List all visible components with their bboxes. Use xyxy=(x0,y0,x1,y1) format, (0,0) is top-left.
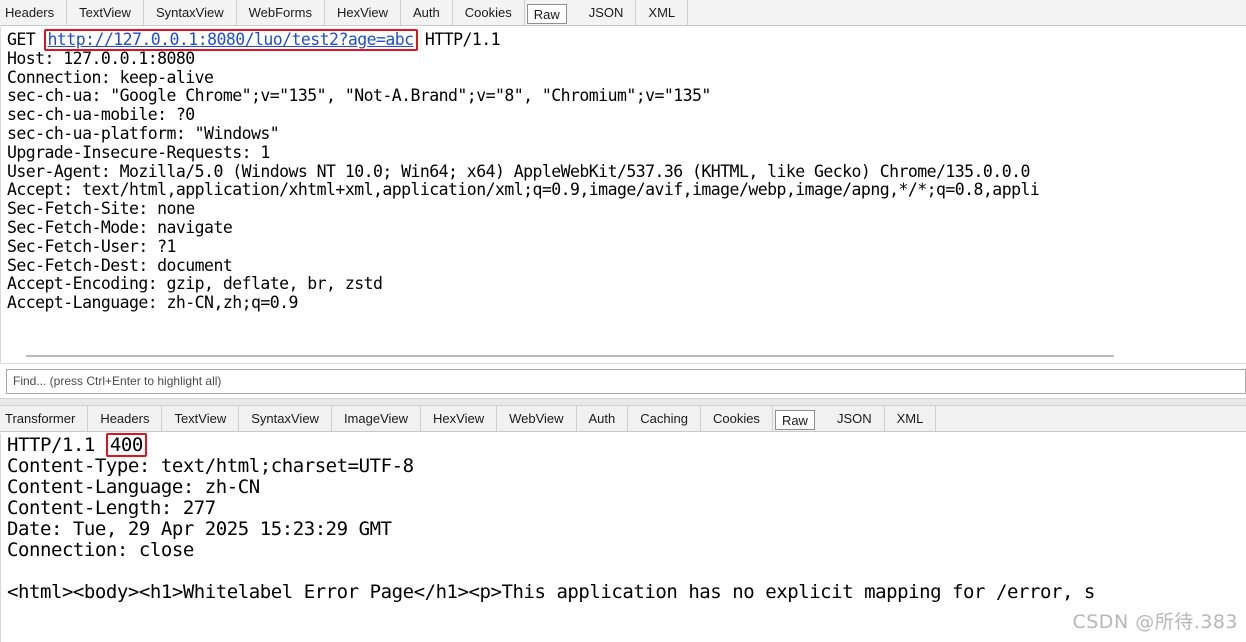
request-header-line: sec-ch-ua-mobile: ?0 xyxy=(7,105,195,125)
request-header-line: Connection: keep-alive xyxy=(7,67,214,87)
request-tab-syntaxview[interactable]: SyntaxView xyxy=(144,0,237,25)
request-header-line: Sec-Fetch-Dest: document xyxy=(7,255,233,275)
response-header-line: Date: Tue, 29 Apr 2025 15:23:29 GMT xyxy=(7,518,392,540)
request-tab-bar: Headers TextView SyntaxView WebForms HexView… xyxy=(0,0,1246,26)
request-tab-json[interactable]: JSON xyxy=(577,0,637,25)
request-header-line: Host: 127.0.0.1:8080 xyxy=(7,48,195,68)
response-tab-xml[interactable]: XML xyxy=(885,406,937,431)
request-tab-auth[interactable]: Auth xyxy=(401,0,453,25)
request-raw-pane[interactable]: GET http://127.0.0.1:8080/luo/test2?age=… xyxy=(0,27,1246,364)
request-header-line: Sec-Fetch-Mode: navigate xyxy=(7,217,233,237)
request-lines: GET http://127.0.0.1:8080/luo/test2?age=… xyxy=(1,27,1246,313)
request-tab-textview[interactable]: TextView xyxy=(67,0,144,25)
response-tab-json[interactable]: JSON xyxy=(825,406,885,431)
request-header-line: Accept: text/html,application/xhtml+xml,… xyxy=(7,180,1040,200)
find-input[interactable]: Find... (press Ctrl+Enter to highlight a… xyxy=(6,369,1246,394)
response-tab-textview[interactable]: TextView xyxy=(162,406,240,431)
status-code-highlight-box: 400 xyxy=(105,433,147,457)
request-header-line: sec-ch-ua-platform: "Windows" xyxy=(7,123,280,143)
request-tab-raw[interactable]: Raw xyxy=(526,4,567,24)
request-tab-xml[interactable]: XML xyxy=(636,0,689,25)
response-header-line: Content-Language: zh-CN xyxy=(7,476,260,498)
request-header-line: Accept-Encoding: gzip, deflate, br, zstd xyxy=(7,274,383,294)
response-header-line: Connection: close xyxy=(7,539,194,561)
request-header-line: Accept-Language: zh-CN,zh;q=0.9 xyxy=(7,293,298,313)
response-tab-bar: Transformer Headers TextView SyntaxView Imag… xyxy=(0,405,1246,432)
request-line: GET http://127.0.0.1:8080/luo/test2?age=… xyxy=(1,29,1246,51)
response-tab-caching[interactable]: Caching xyxy=(628,406,701,431)
request-header-line: Sec-Fetch-Site: none xyxy=(7,199,195,219)
response-tab-webview[interactable]: WebView xyxy=(497,406,577,431)
response-protocol: HTTP/1.1 xyxy=(7,434,95,456)
status-line: HTTP/1.1 400 xyxy=(1,433,1246,457)
request-header-line: sec-ch-ua: "Google Chrome";v="135", "Not… xyxy=(7,86,711,106)
url-highlight-box: http://127.0.0.1:8080/luo/test2?age=abc xyxy=(43,29,418,51)
response-tab-hexview[interactable]: HexView xyxy=(421,406,498,431)
request-header-line: Sec-Fetch-User: ?1 xyxy=(7,236,176,256)
response-tab-transformer[interactable]: Transformer xyxy=(0,406,89,431)
response-header-line: Content-Type: text/html;charset=UTF-8 xyxy=(7,455,414,477)
request-tab-hexview[interactable]: HexView xyxy=(325,0,402,25)
csdn-watermark: CSDN @所待.383 xyxy=(1072,611,1238,633)
response-tab-headers[interactable]: Headers xyxy=(88,406,163,431)
status-code: 400 xyxy=(109,434,143,456)
response-tab-syntaxview[interactable]: SyntaxView xyxy=(239,406,332,431)
response-body-line: <html><body><h1>Whitelabel Error Page</h… xyxy=(7,581,1095,603)
response-lines: HTTP/1.1 400 Content-Type: text/html;cha… xyxy=(1,433,1246,603)
header-body-separator xyxy=(1,561,1246,582)
fiddler-inspector: Headers TextView SyntaxView WebForms HexView… xyxy=(0,0,1246,642)
response-header-line: Content-Length: 277 xyxy=(7,497,216,519)
response-raw-pane[interactable]: HTTP/1.1 400 Content-Type: text/html;cha… xyxy=(0,433,1246,642)
request-header-line: User-Agent: Mozilla/5.0 (Windows NT 10.0… xyxy=(7,161,1030,181)
request-header-line: Upgrade-Insecure-Requests: 1 xyxy=(7,142,270,162)
response-tab-imageview[interactable]: ImageView xyxy=(332,406,422,431)
request-horizontal-scrollbar[interactable] xyxy=(26,355,1114,357)
request-method: GET xyxy=(7,30,36,49)
request-tab-headers[interactable]: Headers xyxy=(0,0,68,25)
request-tab-cookies[interactable]: Cookies xyxy=(453,0,525,25)
response-tab-cookies[interactable]: Cookies xyxy=(701,406,773,431)
request-protocol: HTTP/1.1 xyxy=(424,30,501,49)
response-tab-auth[interactable]: Auth xyxy=(577,406,629,431)
response-tab-raw[interactable]: Raw xyxy=(774,410,815,430)
request-tab-webforms[interactable]: WebForms xyxy=(237,0,325,25)
request-url-link[interactable]: http://127.0.0.1:8080/luo/test2?age=abc xyxy=(48,30,415,49)
